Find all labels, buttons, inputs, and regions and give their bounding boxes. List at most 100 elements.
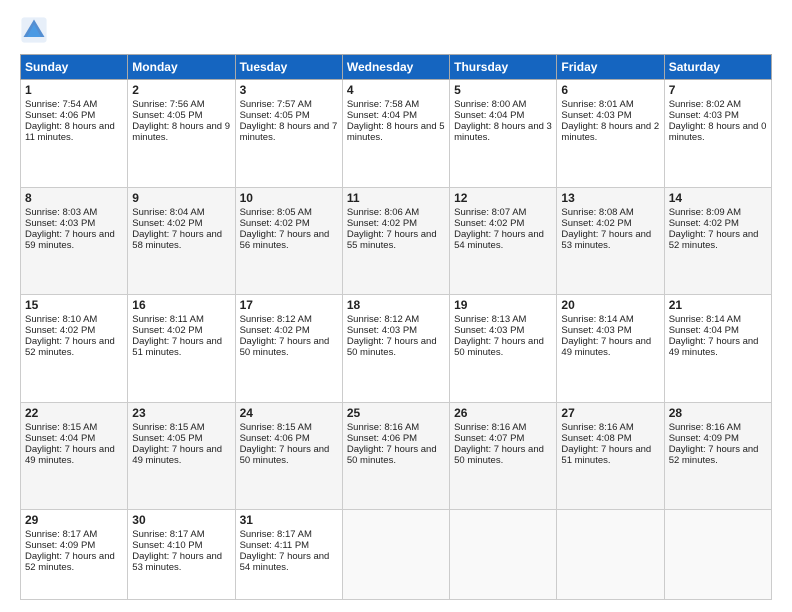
sunset-text: Sunset: 4:06 PM <box>25 110 95 121</box>
table-row: 2Sunrise: 7:56 AMSunset: 4:05 PMDaylight… <box>128 80 235 188</box>
day-number: 19 <box>454 298 552 312</box>
sunrise-text: Sunrise: 8:00 AM <box>454 99 526 110</box>
sunrise-text: Sunrise: 8:16 AM <box>561 422 633 433</box>
sunrise-text: Sunrise: 8:15 AM <box>240 422 312 433</box>
table-row: 21Sunrise: 8:14 AMSunset: 4:04 PMDayligh… <box>664 295 771 403</box>
table-row: 13Sunrise: 8:08 AMSunset: 4:02 PMDayligh… <box>557 187 664 295</box>
day-number: 27 <box>561 406 659 420</box>
sunrise-text: Sunrise: 7:56 AM <box>132 99 204 110</box>
day-number: 22 <box>25 406 123 420</box>
day-number: 24 <box>240 406 338 420</box>
table-row: 28Sunrise: 8:16 AMSunset: 4:09 PMDayligh… <box>664 402 771 510</box>
daylight-text: Daylight: 7 hours and 50 minutes. <box>347 336 437 358</box>
table-row: 5Sunrise: 8:00 AMSunset: 4:04 PMDaylight… <box>450 80 557 188</box>
calendar-table: Sunday Monday Tuesday Wednesday Thursday… <box>20 54 772 600</box>
daylight-text: Daylight: 7 hours and 51 minutes. <box>561 444 651 466</box>
day-number: 29 <box>25 513 123 527</box>
sunrise-text: Sunrise: 8:01 AM <box>561 99 633 110</box>
daylight-text: Daylight: 7 hours and 54 minutes. <box>454 229 544 251</box>
daylight-text: Daylight: 7 hours and 53 minutes. <box>561 229 651 251</box>
table-row: 23Sunrise: 8:15 AMSunset: 4:05 PMDayligh… <box>128 402 235 510</box>
day-number: 9 <box>132 191 230 205</box>
day-number: 31 <box>240 513 338 527</box>
table-row: 27 Sunrise: 8:16 AMSunset: 4:08 PMDayligh… <box>557 402 664 510</box>
sunset-text: Sunset: 4:03 PM <box>561 110 631 121</box>
sunrise-text: Sunrise: 8:17 AM <box>240 529 312 540</box>
sunrise-text: Sunrise: 7:58 AM <box>347 99 419 110</box>
sunrise-text: Sunrise: 8:16 AM <box>347 422 419 433</box>
col-sunday: Sunday <box>21 55 128 80</box>
day-number: 17 <box>240 298 338 312</box>
day-number: 8 <box>25 191 123 205</box>
header-row: Sunday Monday Tuesday Wednesday Thursday… <box>21 55 772 80</box>
sunrise-text: Sunrise: 8:17 AM <box>132 529 204 540</box>
sunrise-text: Sunrise: 8:10 AM <box>25 314 97 325</box>
daylight-text: Daylight: 7 hours and 50 minutes. <box>347 444 437 466</box>
sunrise-text: Sunrise: 8:05 AM <box>240 207 312 218</box>
day-number: 16 <box>132 298 230 312</box>
sunrise-text: Sunrise: 8:03 AM <box>25 207 97 218</box>
table-row: 29Sunrise: 8:17 AMSunset: 4:09 PMDayligh… <box>21 510 128 600</box>
sunset-text: Sunset: 4:08 PM <box>561 433 631 444</box>
sunset-text: Sunset: 4:04 PM <box>347 110 417 121</box>
daylight-text: Daylight: 7 hours and 55 minutes. <box>347 229 437 251</box>
sunset-text: Sunset: 4:02 PM <box>347 218 417 229</box>
daylight-text: Daylight: 8 hours and 5 minutes. <box>347 121 445 143</box>
sunrise-text: Sunrise: 8:02 AM <box>669 99 741 110</box>
table-row: 31Sunrise: 8:17 AMSunset: 4:11 PMDayligh… <box>235 510 342 600</box>
sunrise-text: Sunrise: 8:06 AM <box>347 207 419 218</box>
daylight-text: Daylight: 8 hours and 9 minutes. <box>132 121 230 143</box>
day-number: 12 <box>454 191 552 205</box>
daylight-text: Daylight: 7 hours and 50 minutes. <box>454 444 544 466</box>
table-row <box>450 510 557 600</box>
sunset-text: Sunset: 4:04 PM <box>669 325 739 336</box>
sunrise-text: Sunrise: 8:04 AM <box>132 207 204 218</box>
table-row: 15Sunrise: 8:10 AMSunset: 4:02 PMDayligh… <box>21 295 128 403</box>
sunset-text: Sunset: 4:07 PM <box>454 433 524 444</box>
daylight-text: Daylight: 7 hours and 49 minutes. <box>561 336 651 358</box>
table-row: 9Sunrise: 8:04 AMSunset: 4:02 PMDaylight… <box>128 187 235 295</box>
daylight-text: Daylight: 8 hours and 2 minutes. <box>561 121 659 143</box>
sunset-text: Sunset: 4:02 PM <box>240 325 310 336</box>
table-row: 26Sunrise: 8:16 AMSunset: 4:07 PMDayligh… <box>450 402 557 510</box>
day-number: 7 <box>669 83 767 97</box>
sunset-text: Sunset: 4:09 PM <box>25 540 95 551</box>
day-number: 15 <box>25 298 123 312</box>
sunset-text: Sunset: 4:10 PM <box>132 540 202 551</box>
sunrise-text: Sunrise: 8:14 AM <box>561 314 633 325</box>
sunrise-text: Sunrise: 8:12 AM <box>347 314 419 325</box>
day-number: 28 <box>669 406 767 420</box>
table-row <box>342 510 449 600</box>
daylight-text: Daylight: 7 hours and 50 minutes. <box>240 444 330 466</box>
day-number: 25 <box>347 406 445 420</box>
col-friday: Friday <box>557 55 664 80</box>
col-thursday: Thursday <box>450 55 557 80</box>
table-row: 30Sunrise: 8:17 AMSunset: 4:10 PMDayligh… <box>128 510 235 600</box>
sunrise-text: Sunrise: 8:13 AM <box>454 314 526 325</box>
table-row: 3Sunrise: 7:57 AMSunset: 4:05 PMDaylight… <box>235 80 342 188</box>
sunrise-text: Sunrise: 8:15 AM <box>132 422 204 433</box>
daylight-text: Daylight: 7 hours and 49 minutes. <box>132 444 222 466</box>
table-row <box>557 510 664 600</box>
table-row: 12Sunrise: 8:07 AMSunset: 4:02 PMDayligh… <box>450 187 557 295</box>
logo <box>20 16 52 44</box>
daylight-text: Daylight: 7 hours and 59 minutes. <box>25 229 115 251</box>
sunrise-text: Sunrise: 8:17 AM <box>25 529 97 540</box>
table-row: 16Sunrise: 8:11 AMSunset: 4:02 PMDayligh… <box>128 295 235 403</box>
sunrise-text: Sunrise: 7:57 AM <box>240 99 312 110</box>
sunrise-text: Sunrise: 8:16 AM <box>454 422 526 433</box>
day-number: 14 <box>669 191 767 205</box>
sunset-text: Sunset: 4:02 PM <box>454 218 524 229</box>
sunset-text: Sunset: 4:02 PM <box>132 325 202 336</box>
day-number: 11 <box>347 191 445 205</box>
day-number: 21 <box>669 298 767 312</box>
table-row <box>664 510 771 600</box>
sunset-text: Sunset: 4:03 PM <box>561 325 631 336</box>
daylight-text: Daylight: 8 hours and 11 minutes. <box>25 121 115 143</box>
sunrise-text: Sunrise: 8:15 AM <box>25 422 97 433</box>
sunset-text: Sunset: 4:02 PM <box>561 218 631 229</box>
sunset-text: Sunset: 4:03 PM <box>347 325 417 336</box>
sunrise-text: Sunrise: 8:11 AM <box>132 314 204 325</box>
table-row: 22Sunrise: 8:15 AMSunset: 4:04 PMDayligh… <box>21 402 128 510</box>
sunset-text: Sunset: 4:02 PM <box>132 218 202 229</box>
